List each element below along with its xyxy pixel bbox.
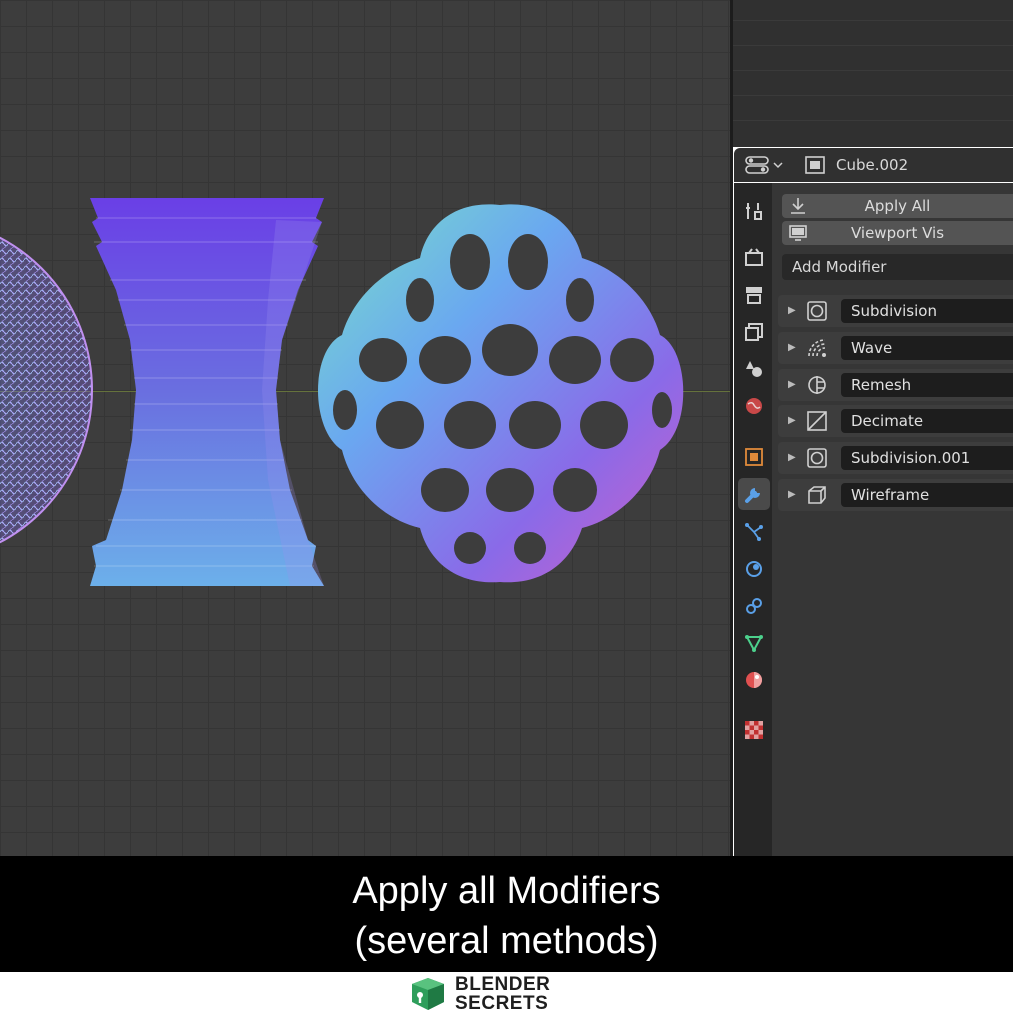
wireframe-sphere [0, 236, 93, 544]
decimate-icon [807, 411, 827, 431]
tab-tool[interactable] [738, 195, 770, 227]
particles-icon [745, 523, 763, 541]
subdivision-icon [807, 448, 827, 468]
modifier-panel-area [772, 183, 1013, 856]
modifier-icon [745, 488, 760, 503]
expand-arrow-icon[interactable]: ▶ [788, 304, 798, 318]
tab-texture[interactable] [738, 714, 770, 746]
object-name[interactable]: Cube.002 [836, 154, 908, 176]
modifier-panel-decimate[interactable]: ▶ Decimate [778, 405, 1013, 437]
object-icon [805, 156, 825, 174]
tab-view-layer[interactable] [738, 316, 770, 348]
expand-arrow-icon[interactable]: ▶ [788, 414, 798, 428]
tab-physics[interactable] [738, 553, 770, 585]
expand-arrow-icon[interactable]: ▶ [788, 341, 798, 355]
world-icon [746, 398, 762, 414]
material-icon [746, 672, 762, 688]
caption-line-1: Apply all Modifiers [352, 870, 661, 912]
modifier-panel-subdivision-001[interactable]: ▶ Subdivision.001 [778, 442, 1013, 474]
apply-all-button[interactable]: Apply All [782, 194, 1013, 218]
viewport-vis-button[interactable]: Viewport Vis [782, 221, 1013, 245]
area-divider[interactable] [730, 0, 733, 856]
apply-all-label: Apply All [864, 197, 931, 215]
modifier-name-field[interactable]: Remesh [841, 373, 1013, 397]
modifier-panel-remesh[interactable]: ▶ Remesh [778, 369, 1013, 401]
modifier-panel-wireframe[interactable]: ▶ Wireframe [778, 479, 1013, 511]
tab-constraints[interactable] [738, 590, 770, 622]
caption-line-2: (several methods) [354, 920, 659, 962]
lattice-blob [318, 204, 684, 583]
remesh-icon [808, 376, 826, 394]
subdivision-icon [807, 301, 827, 321]
3d-viewport[interactable] [0, 0, 732, 856]
modifier-name-field[interactable]: Subdivision.001 [841, 446, 1013, 470]
physics-icon [746, 561, 762, 577]
modifier-name-field[interactable]: Wave [841, 336, 1013, 360]
modifier-name-field[interactable]: Subdivision [841, 299, 1013, 323]
tool-icon [746, 203, 762, 220]
texture-icon [745, 721, 763, 739]
modifier-name-field[interactable]: Decimate [841, 409, 1013, 433]
viewport-scene [0, 198, 684, 586]
tab-output[interactable] [738, 279, 770, 311]
add-modifier-menu[interactable]: Add Modifier [782, 254, 1013, 280]
logo-line-1: BLENDER [455, 974, 551, 995]
add-modifier-label: Add Modifier [792, 258, 887, 276]
render-icon [745, 248, 763, 266]
expand-arrow-icon[interactable]: ▶ [788, 488, 798, 502]
stepped-vase [90, 198, 324, 586]
tab-particles[interactable] [738, 516, 770, 548]
blender-secrets-logo-icon [412, 978, 444, 1010]
tab-object[interactable] [738, 441, 770, 473]
view-layer-icon [745, 323, 763, 341]
tab-modifiers[interactable] [738, 478, 770, 510]
wireframe-icon [808, 486, 826, 504]
expand-arrow-icon[interactable]: ▶ [788, 451, 798, 465]
object-properties-icon [745, 448, 763, 466]
tab-render[interactable] [738, 242, 770, 274]
editor-type-button[interactable] [745, 152, 787, 178]
modifier-panel-subdivision[interactable]: ▶ Subdivision [778, 295, 1013, 327]
tab-data[interactable] [738, 627, 770, 659]
caption-banner: Apply all Modifiers (several methods) [0, 856, 1013, 972]
output-icon [746, 287, 762, 304]
constraints-icon [746, 598, 762, 614]
chevron-down-icon [773, 162, 783, 169]
data-icon [745, 635, 763, 653]
viewport-vis-label: Viewport Vis [850, 224, 945, 242]
editor-type-icon [745, 156, 769, 174]
expand-arrow-icon[interactable]: ▶ [788, 378, 798, 392]
tab-world[interactable] [738, 390, 770, 422]
tab-material[interactable] [738, 664, 770, 696]
wave-icon [808, 339, 826, 357]
scene-icon [746, 361, 762, 377]
modifier-panel-wave[interactable]: ▶ Wave [778, 332, 1013, 364]
logo-line-2: SECRETS [455, 993, 549, 1014]
modifier-name-field[interactable]: Wireframe [841, 483, 1013, 507]
blender-secrets-logo-text: BLENDER SECRETS [455, 975, 550, 1013]
tab-scene[interactable] [738, 353, 770, 385]
top-region [732, 0, 1013, 147]
